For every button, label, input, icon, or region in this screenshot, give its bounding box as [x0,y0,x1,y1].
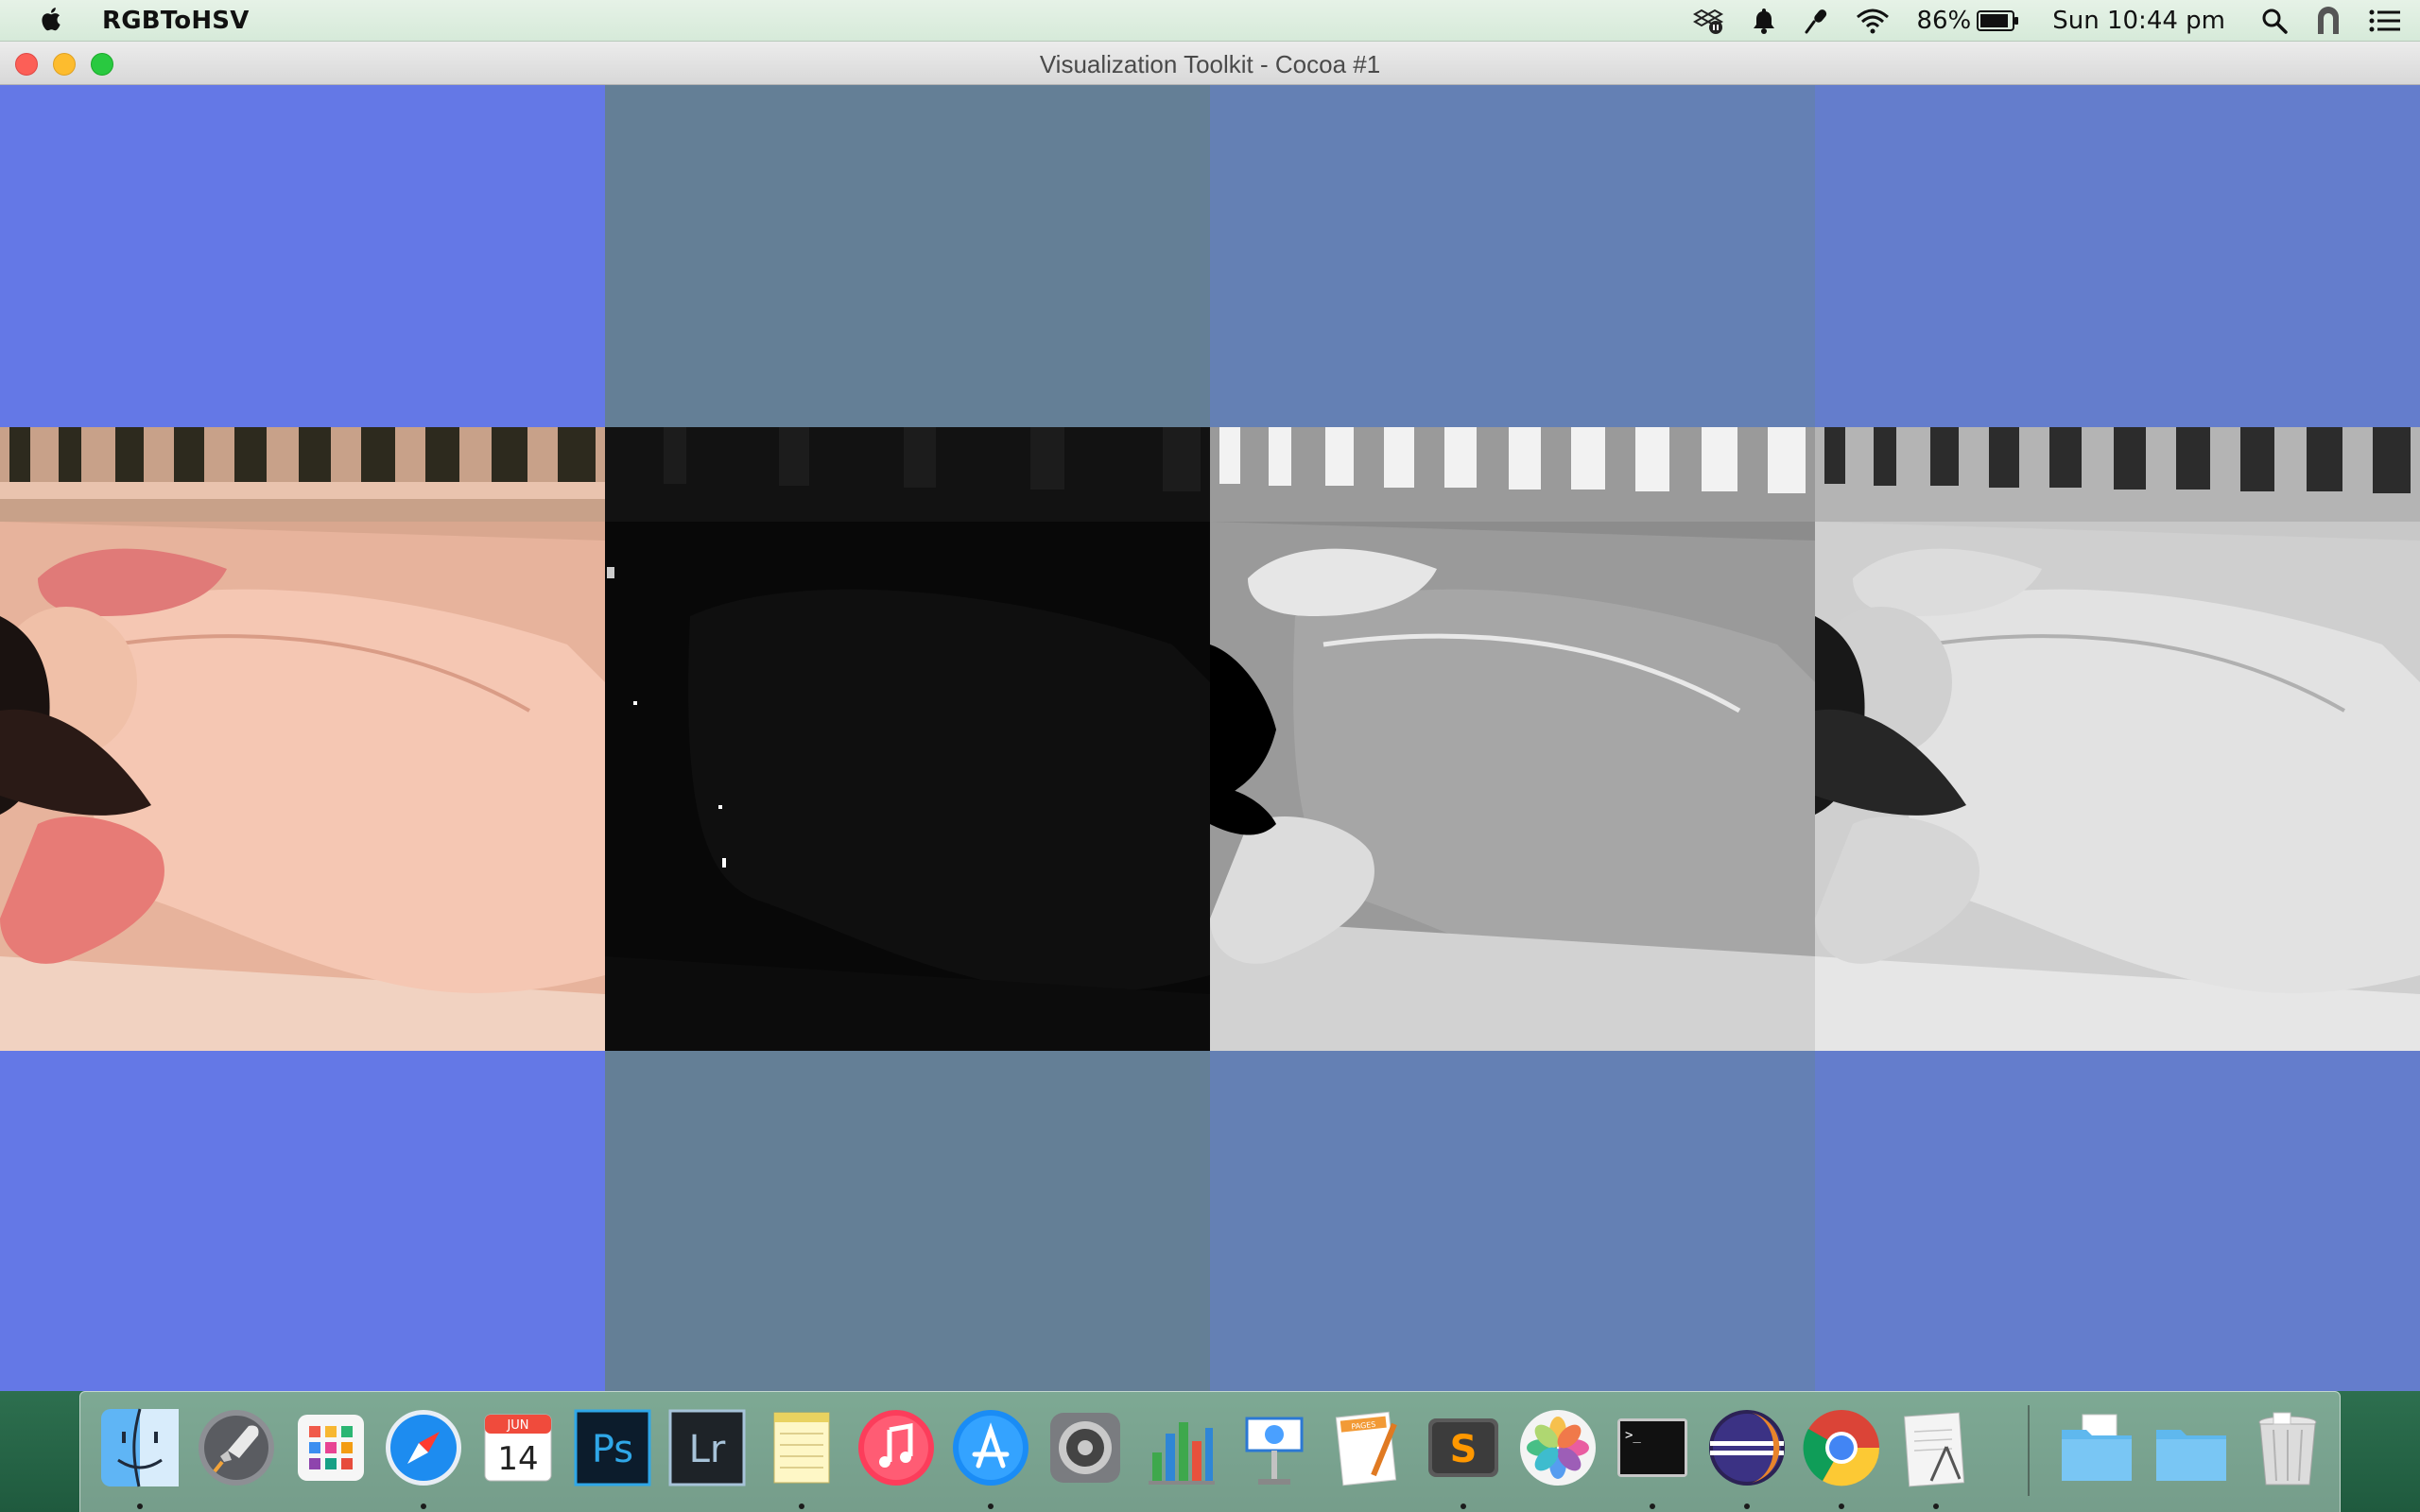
terminal-prompt: >_ [1625,1428,1641,1443]
sublime-label: S [1450,1428,1478,1471]
menubar-clock[interactable]: Sun 10:44 pm [2052,0,2225,42]
dock-notes[interactable] [759,1405,844,1490]
finder-running-indicator [137,1503,143,1509]
pages-icon: PAGES [1335,1411,1397,1486]
rgb-image [0,427,605,1051]
viewport-saturation-channel[interactable] [1210,85,1815,1391]
textedit-icon [1904,1412,1965,1487]
battery-icon[interactable] [1977,0,2020,42]
app-grid-icon [298,1415,364,1481]
dock-documents-stack[interactable] [2054,1405,2139,1490]
notification-center-icon[interactable] [2369,0,2401,42]
photos-flower-icon [1520,1410,1596,1486]
terminal-icon: >_ [1617,1418,1687,1477]
notes-running-indicator [799,1503,804,1509]
photoshop-label: Ps [592,1428,633,1471]
dock-lightroom[interactable]: Lr [665,1405,750,1490]
gear-icon [1050,1413,1120,1483]
viewport-hue-channel[interactable] [605,85,1210,1391]
viewport-rgb-original[interactable] [0,85,605,1391]
notification-bell-icon[interactable] [1752,0,1776,42]
dropbox-icon[interactable] [1691,0,1725,42]
dock-app-store[interactable] [948,1405,1033,1490]
eclipse-running-indicator [1744,1503,1750,1509]
eclipse-icon [1709,1410,1785,1486]
calendar-icon: JUN 14 [484,1414,552,1482]
textedit-running-indicator [1933,1503,1939,1509]
dock-keynote[interactable] [1232,1405,1317,1490]
calendar-month: JUN [506,1418,528,1433]
dock-launchpad-apps[interactable] [288,1405,373,1490]
calendar-day: 14 [497,1440,538,1478]
keynote-podium-icon [1245,1417,1304,1485]
dock-itunes[interactable] [854,1405,939,1490]
lightroom-label: Lr [689,1428,726,1471]
sublime-text-icon: S [1428,1418,1498,1477]
spotlight-search-icon[interactable] [2261,0,2288,42]
battery-percent[interactable]: 86% [1916,0,1971,42]
apple-menu-icon[interactable] [40,5,64,33]
music-note-icon [858,1410,934,1486]
window-titlebar[interactable]: Visualization Toolkit - Cocoa #1 [0,42,2420,85]
safari-running-indicator [421,1503,426,1509]
dock-numbers[interactable] [1137,1405,1222,1490]
folder-icon [2156,1430,2226,1481]
folder-icon [2062,1414,2132,1481]
dock-terminal[interactable]: >_ [1610,1405,1695,1490]
render-viewports[interactable] [0,85,2420,1391]
vtk-render-window: Visualization Toolkit - Cocoa #1 [0,42,2420,1391]
dock-launchpad[interactable] [194,1405,279,1490]
dock-photoshop[interactable]: Ps [570,1405,655,1490]
app-name[interactable]: RGBToHSV [102,7,250,35]
sublime-running-indicator [1461,1503,1466,1509]
dock-photos[interactable] [1515,1405,1600,1490]
menu-bar: RGBToHSV 86% Sun 10:44 pm [0,0,2420,42]
dock-pages[interactable]: PAGES [1326,1405,1411,1490]
dock-calendar[interactable]: JUN 14 [475,1405,561,1490]
dock-separator [2028,1405,2030,1496]
user-account-icon[interactable] [2314,0,2342,42]
chrome-running-indicator [1839,1503,1844,1509]
value-channel-image [1815,427,2420,1051]
rocket-icon [199,1410,274,1486]
dock-chrome[interactable] [1799,1405,1884,1490]
app-store-icon [953,1410,1028,1486]
microphone-icon[interactable] [1803,0,1829,42]
dock-downloads-stack[interactable] [2149,1405,2234,1490]
chrome-icon [1803,1410,1880,1486]
dock-finder[interactable] [97,1405,182,1490]
photoshop-icon: Ps [574,1409,651,1486]
dock: JUN 14 Ps Lr PAGES S >_ [79,1391,2341,1512]
wifi-icon[interactable] [1856,0,1890,42]
window-title: Visualization Toolkit - Cocoa #1 [1039,50,1381,78]
app-store-running-indicator [988,1503,994,1509]
lightroom-icon: Lr [668,1409,746,1486]
dock-sublime-text[interactable]: S [1421,1405,1506,1490]
dock-trash[interactable] [2245,1405,2330,1490]
dock-eclipse[interactable] [1704,1405,1789,1490]
dock-system-preferences[interactable] [1043,1405,1128,1490]
finder-icon [101,1408,179,1487]
notepad-icon [773,1412,830,1484]
saturation-channel-image [1210,427,1815,1051]
hue-channel-image [605,427,1210,1051]
viewport-value-channel[interactable] [1815,85,2420,1391]
terminal-running-indicator [1650,1503,1655,1509]
dock-safari[interactable] [381,1405,466,1490]
bar-chart-icon [1149,1422,1215,1485]
dock-textedit[interactable] [1893,1405,1979,1490]
compass-icon [386,1410,461,1486]
trash-icon [2258,1412,2317,1486]
